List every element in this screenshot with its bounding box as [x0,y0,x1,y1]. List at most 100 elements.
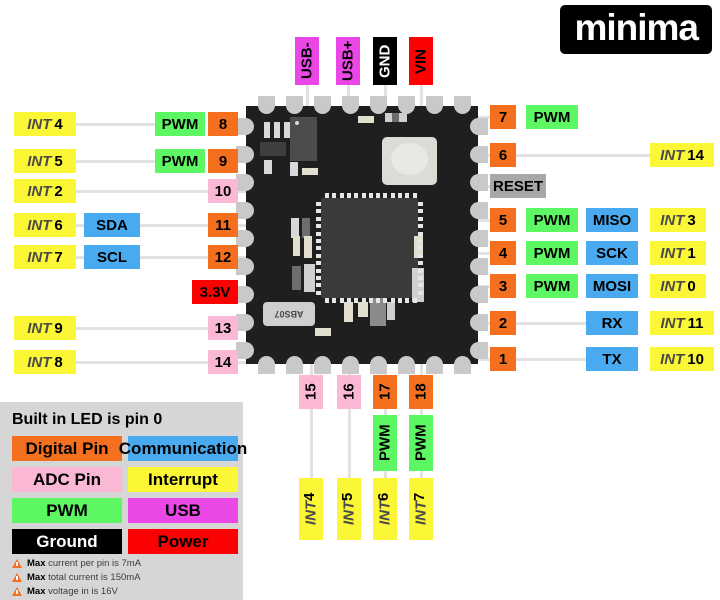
board-component [387,302,395,320]
mcu-pin [405,298,410,303]
right-pin-2: 2 [490,311,516,335]
connector-line [516,154,650,157]
mcu-pin [383,298,388,303]
board-component [344,302,353,322]
mcu-pin [376,298,381,303]
board-component [304,236,312,258]
board-pad [470,202,488,219]
bottom-pwm-label-3: PWM [409,415,433,471]
board-pad [398,356,415,374]
right-pwm-label-5: PWM [526,274,578,298]
board-pad [470,314,488,331]
legend-warning-1: Max total current is 150mA [12,572,141,583]
mcu-pin [361,193,366,198]
board-pad [342,96,359,114]
mcu-pin [316,231,321,236]
top-pin-USB-: USB- [295,37,319,85]
board-component [292,266,301,290]
board-component [264,122,270,138]
mcu-pin [405,193,410,198]
left-int-label-1: INT 5 [14,149,76,173]
mcu-pin [418,246,423,251]
mcu-pin [316,239,321,243]
connector-line [76,327,208,330]
left-int-label-4: INT 7 [14,245,76,269]
board-component [358,116,374,123]
left-pin-9: 9 [208,149,238,173]
mcu-pin [316,209,321,214]
pinout-diagram: minima ABS07 INT 4 PWM 8 INT 5 PWM 9 INT 2 10 INT 6 S… [0,0,720,600]
top-pin-VIN: VIN [409,37,433,85]
board-component [304,264,315,292]
mcu-pin [346,193,351,198]
mcu-pin [346,298,351,303]
left-pin-8: 8 [208,112,238,136]
connector-line [140,224,208,227]
right-pwm-label-3: PWM [526,208,578,232]
right-comm-label-6: RX [586,311,638,335]
left-pin-11: 11 [208,213,238,237]
board-pad [470,174,488,191]
legend-warning-2: Max voltage in is 16V [12,586,118,597]
right-int-label-1: INT 14 [650,143,714,167]
board-pad [236,314,254,331]
mcu-pin [316,268,321,273]
mcu-pin [339,298,344,303]
board-component [274,122,280,138]
board-pad [258,96,275,114]
mcu-pin [354,193,359,198]
board-component [392,113,399,122]
right-int-label-5: INT 0 [650,274,706,298]
legend-panel: Built in LED is pin 0 Digital Pin Communi… [0,402,247,600]
board-graphic: ABS07 [246,106,478,364]
mcu-pin [412,298,417,303]
legend-item-pwm: PWM [12,498,122,523]
left-comm-label-4: SCL [84,245,140,269]
board-pad [470,286,488,303]
bottom-int-label-1: INT 5 [337,478,361,540]
mcu-pin [418,224,423,229]
board-reset-button [382,137,437,185]
mcu-pin [418,253,423,258]
board-pad [236,202,254,219]
mcu-pin [418,202,423,206]
right-pwm-label-0: PWM [526,105,578,129]
connector-line [516,358,586,361]
board-component [302,218,310,238]
bottom-pin-16: 16 [337,375,361,409]
board-pad [314,356,331,374]
board-component-transistor [290,117,317,161]
mcu-pin [361,298,366,303]
mcu-pin [418,276,423,280]
connector-line [76,160,155,163]
right-comm-label-5: MOSI [586,274,638,298]
mcu-pin [316,283,321,288]
mcu-pin [316,253,321,258]
mcu-pin [418,216,423,221]
board-pad [370,356,387,374]
bottom-pwm-label-2: PWM [373,415,397,471]
warning-icon [12,559,22,568]
board-crystal: ABS07 [263,302,315,326]
left-int-label-7: INT 8 [14,350,76,374]
left-pin-12: 12 [208,245,238,269]
mcu-pin [332,193,337,198]
legend-warning-0: Max current per pin is 7mA [12,558,141,569]
mcu-pin [383,193,388,198]
left-pin-10: 10 [208,179,238,203]
right-int-label-6: INT 11 [650,311,714,335]
board-pad [470,118,488,135]
left-int-label-3: INT 6 [14,213,76,237]
left-pin-14: 14 [208,350,238,374]
left-int-label-0: INT 4 [14,112,76,136]
right-comm-label-4: SCK [586,241,638,265]
right-pin-4: 4 [490,241,516,265]
mcu-pin [390,193,395,198]
mcu-pin [325,193,329,198]
connector-line [76,361,208,364]
board-pad [426,356,443,374]
right-pin-6: 6 [490,143,516,167]
board-pad [470,342,488,359]
board-pad [286,96,303,114]
legend-item-adc-pin: ADC Pin [12,467,122,492]
